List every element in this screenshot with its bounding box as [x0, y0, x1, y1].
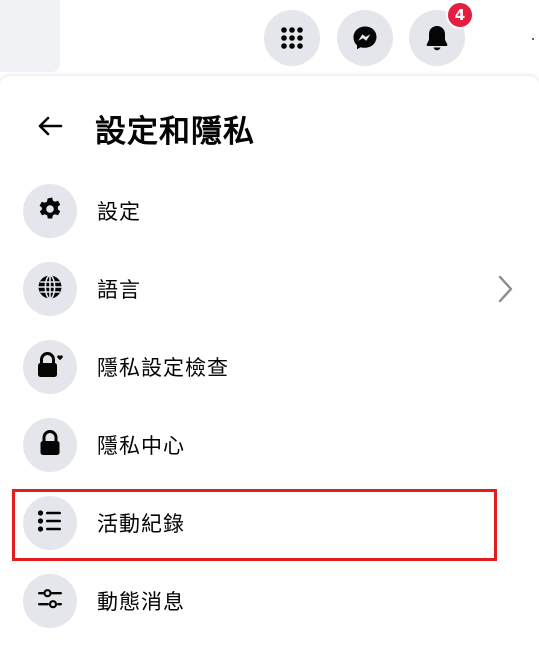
notification-badge: 4 — [446, 1, 474, 29]
sliders-icon — [36, 587, 64, 615]
back-button[interactable] — [24, 104, 76, 152]
globe-icon — [36, 273, 64, 305]
menu-icon-circle — [23, 184, 77, 238]
menu-icon-circle — [23, 418, 77, 472]
menu-item-feed[interactable]: 動態消息 — [14, 566, 520, 636]
menu-item-label: 動態消息 — [97, 590, 185, 614]
menu-icon-circle — [23, 574, 77, 628]
list-icon — [37, 509, 63, 537]
settings-privacy-panel: 設定和隱私 設定 語言 隱私設定檢查 隱私中心 活動紀錄 動態消息 — [0, 76, 539, 648]
menu-item-privacy-center[interactable]: 隱私中心 — [14, 410, 520, 480]
messenger-icon — [351, 24, 379, 52]
top-bar: 4 — [0, 0, 539, 78]
search-area[interactable] — [0, 0, 60, 72]
menu-item-settings[interactable]: 設定 — [14, 176, 520, 246]
bell-icon — [424, 24, 450, 52]
messenger-button[interactable] — [337, 10, 393, 66]
arrow-left-icon — [37, 115, 63, 141]
edge-strip — [528, 0, 539, 78]
apps-button[interactable] — [264, 10, 320, 66]
panel-header: 設定和隱私 — [0, 98, 539, 158]
chevron-right-icon — [490, 272, 520, 306]
menu-item-language[interactable]: 語言 — [14, 254, 520, 324]
menu-item-label: 活動紀錄 — [97, 512, 185, 536]
menu-icon-circle — [23, 496, 77, 550]
panel-title: 設定和隱私 — [95, 114, 255, 150]
menu-item-label: 隱私設定檢查 — [97, 356, 229, 380]
grid-icon — [280, 26, 304, 50]
lock-heart-icon — [35, 351, 65, 383]
menu-item-label: 語言 — [97, 278, 141, 302]
menu-item-label: 隱私中心 — [97, 434, 185, 458]
menu-item-activity-log[interactable]: 活動紀錄 — [14, 488, 520, 558]
menu-icon-circle — [23, 340, 77, 394]
menu-icon-circle — [23, 262, 77, 316]
menu-item-privacy-checkup[interactable]: 隱私設定檢查 — [14, 332, 520, 402]
menu-item-label: 設定 — [97, 200, 141, 224]
gear-icon — [36, 195, 64, 227]
lock-icon — [38, 429, 62, 461]
